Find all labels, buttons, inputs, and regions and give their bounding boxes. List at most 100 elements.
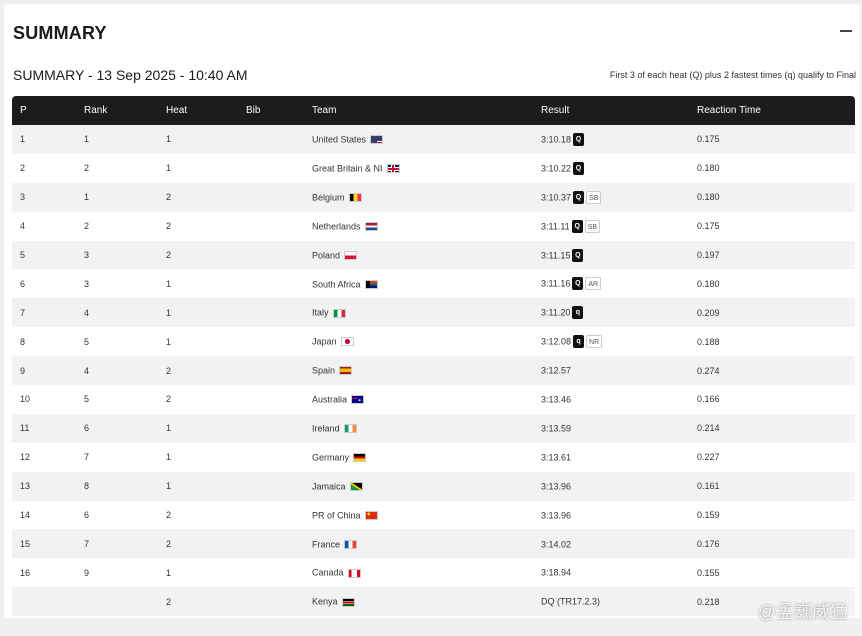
team-name[interactable]: PR of China <box>312 510 361 520</box>
record-badge: AR <box>585 277 602 291</box>
team-name[interactable]: Canada <box>312 568 344 578</box>
record-badge: SB <box>584 219 601 233</box>
bib-cell <box>238 125 304 154</box>
bib-cell <box>238 356 304 385</box>
result-cell: 3:10.37 Q SB <box>533 183 689 212</box>
table-row[interactable]: 11 6 1 Ireland 3:13.59 0.214 <box>12 413 855 443</box>
heat-cell: 1 <box>166 336 172 347</box>
reaction-time-cell: 0.166 <box>697 394 720 405</box>
collapse-icon[interactable] <box>840 30 852 32</box>
table-row[interactable]: 8 5 1 Japan 3:12.08 q NR 0.188 <box>12 327 855 356</box>
rank-cell: 1 <box>84 134 90 145</box>
team-cell: Kenya <box>304 587 533 616</box>
flag-nl-icon <box>364 221 378 231</box>
position-cell: 8 <box>20 336 26 347</box>
heat-cell: 1 <box>166 307 172 318</box>
qualification-badge: q <box>572 306 584 320</box>
table-row[interactable]: 10 5 2 Australia 3:13.46 0.166 <box>12 385 855 414</box>
reaction-time-cell: 0.209 <box>697 307 720 318</box>
team-name[interactable]: Italy <box>312 308 329 318</box>
qualification-badge: Q <box>572 277 584 291</box>
heat-cell: 2 <box>166 596 172 607</box>
column-header-bib[interactable]: Bib <box>238 96 304 125</box>
result-value: 3:10.18 <box>541 134 572 145</box>
team-cell: Canada <box>304 558 533 587</box>
heat-cell: 1 <box>166 567 172 578</box>
table-row[interactable]: 4 2 2 Netherlands 3:11.11 Q SB 0.175 <box>12 212 855 241</box>
result-value: 3:13.46 <box>541 394 572 405</box>
result-value: 3:12.08 <box>541 336 572 347</box>
table-row[interactable]: 13 8 1 Jamaica 3:13.96 0.161 <box>12 471 855 501</box>
session-subtitle: SUMMARY - 13 Sep 2025 - 10:40 AM <box>13 67 248 83</box>
bib-cell <box>238 241 304 270</box>
column-header-p[interactable]: P <box>12 96 76 125</box>
result-cell: 3:13.61 <box>533 443 689 472</box>
flag-za-icon <box>364 279 378 289</box>
bib-cell <box>238 183 304 212</box>
table-row[interactable]: 2 2 1 Great Britain & NI 3:10.22 Q 0.180 <box>12 154 855 183</box>
result-cell: 3:13.59 <box>533 414 689 443</box>
table-row[interactable]: 15 7 2 France 3:14.02 0.176 <box>12 529 855 559</box>
flag-fr-icon <box>344 539 358 549</box>
bib-cell <box>238 327 304 356</box>
column-header-team[interactable]: Team <box>304 96 533 125</box>
result-cell: 3:11.20 q <box>533 298 689 327</box>
reaction-time-cell: 0.197 <box>697 250 720 260</box>
rank-cell: 3 <box>84 278 90 289</box>
result-value: 3:12.57 <box>541 365 572 376</box>
flag-de-icon <box>353 453 367 463</box>
position-cell: 3 <box>20 192 26 203</box>
qualification-badge: Q <box>573 190 585 204</box>
team-cell: South Africa <box>304 269 533 298</box>
team-name[interactable]: Ireland <box>312 424 340 434</box>
reaction-time-cell: 0.176 <box>697 538 720 549</box>
flag-jm-icon <box>349 481 363 491</box>
team-name[interactable]: Japan <box>312 337 337 347</box>
bib-cell <box>238 587 304 616</box>
heat-cell: 1 <box>166 163 172 174</box>
table-row[interactable]: 3 1 2 Belgium 3:10.37 Q SB 0.180 <box>12 182 855 212</box>
rank-cell: 4 <box>84 365 90 376</box>
team-name[interactable]: Jamaica <box>312 481 346 491</box>
reaction-time-cell: 0.180 <box>697 163 720 174</box>
table-row[interactable]: 5 3 2 Poland 3:11.15 Q 0.197 <box>12 240 855 270</box>
column-header-rank[interactable]: Rank <box>76 96 158 125</box>
table-row[interactable]: 16 9 1 Canada 3:18.94 0.155 <box>12 558 855 587</box>
team-name[interactable]: Spain <box>312 366 335 376</box>
team-name[interactable]: Great Britain & NI <box>312 164 383 174</box>
result-value: 3:13.61 <box>541 452 572 463</box>
table-row[interactable]: 9 4 2 Spain 3:12.57 0.274 <box>12 356 855 386</box>
column-header-result[interactable]: Result <box>533 96 689 125</box>
table-row[interactable]: 7 4 1 Italy 3:11.20 q 0.209 <box>12 298 855 328</box>
team-name[interactable]: France <box>312 539 340 549</box>
reaction-time-cell: 0.161 <box>697 481 720 492</box>
result-cell: 3:10.18 Q <box>533 125 689 154</box>
team-name[interactable]: Kenya <box>312 597 338 607</box>
qualification-badge: q <box>573 335 585 349</box>
position-cell: 15 <box>20 538 31 549</box>
qualification-badge: Q <box>571 219 583 233</box>
qualification-badge: Q <box>573 132 585 146</box>
position-cell: 14 <box>20 510 31 521</box>
table-row[interactable]: 6 3 1 South Africa 3:11.16 Q AR 0.180 <box>12 269 855 298</box>
team-name[interactable]: Belgium <box>312 193 345 203</box>
team-name[interactable]: United States <box>312 135 366 145</box>
team-name[interactable]: Germany <box>312 453 349 463</box>
bib-cell <box>238 212 304 241</box>
column-header-heat[interactable]: Heat <box>158 96 238 125</box>
column-header-reaction-time[interactable]: Reaction Time <box>689 96 855 125</box>
team-cell: Great Britain & NI <box>304 154 533 183</box>
table-row[interactable]: 1 1 1 United States 3:10.18 Q 0.175 <box>12 125 855 154</box>
team-name[interactable]: South Africa <box>312 279 361 289</box>
rank-cell <box>76 587 158 616</box>
flag-ca-icon <box>347 568 361 578</box>
bib-cell <box>238 443 304 472</box>
table-row[interactable]: 12 7 1 Germany 3:13.61 0.227 <box>12 443 855 472</box>
team-name[interactable]: Australia <box>312 395 347 405</box>
page-title: SUMMARY <box>13 23 107 43</box>
flag-cn-icon <box>364 510 378 520</box>
table-row[interactable]: 14 6 2 PR of China 3:13.96 0.159 <box>12 501 855 530</box>
team-name[interactable]: Netherlands <box>312 221 361 231</box>
team-name[interactable]: Poland <box>312 250 340 260</box>
table-row[interactable]: 2 Kenya DQ (TR17.2.3) 0.218 <box>12 587 855 617</box>
